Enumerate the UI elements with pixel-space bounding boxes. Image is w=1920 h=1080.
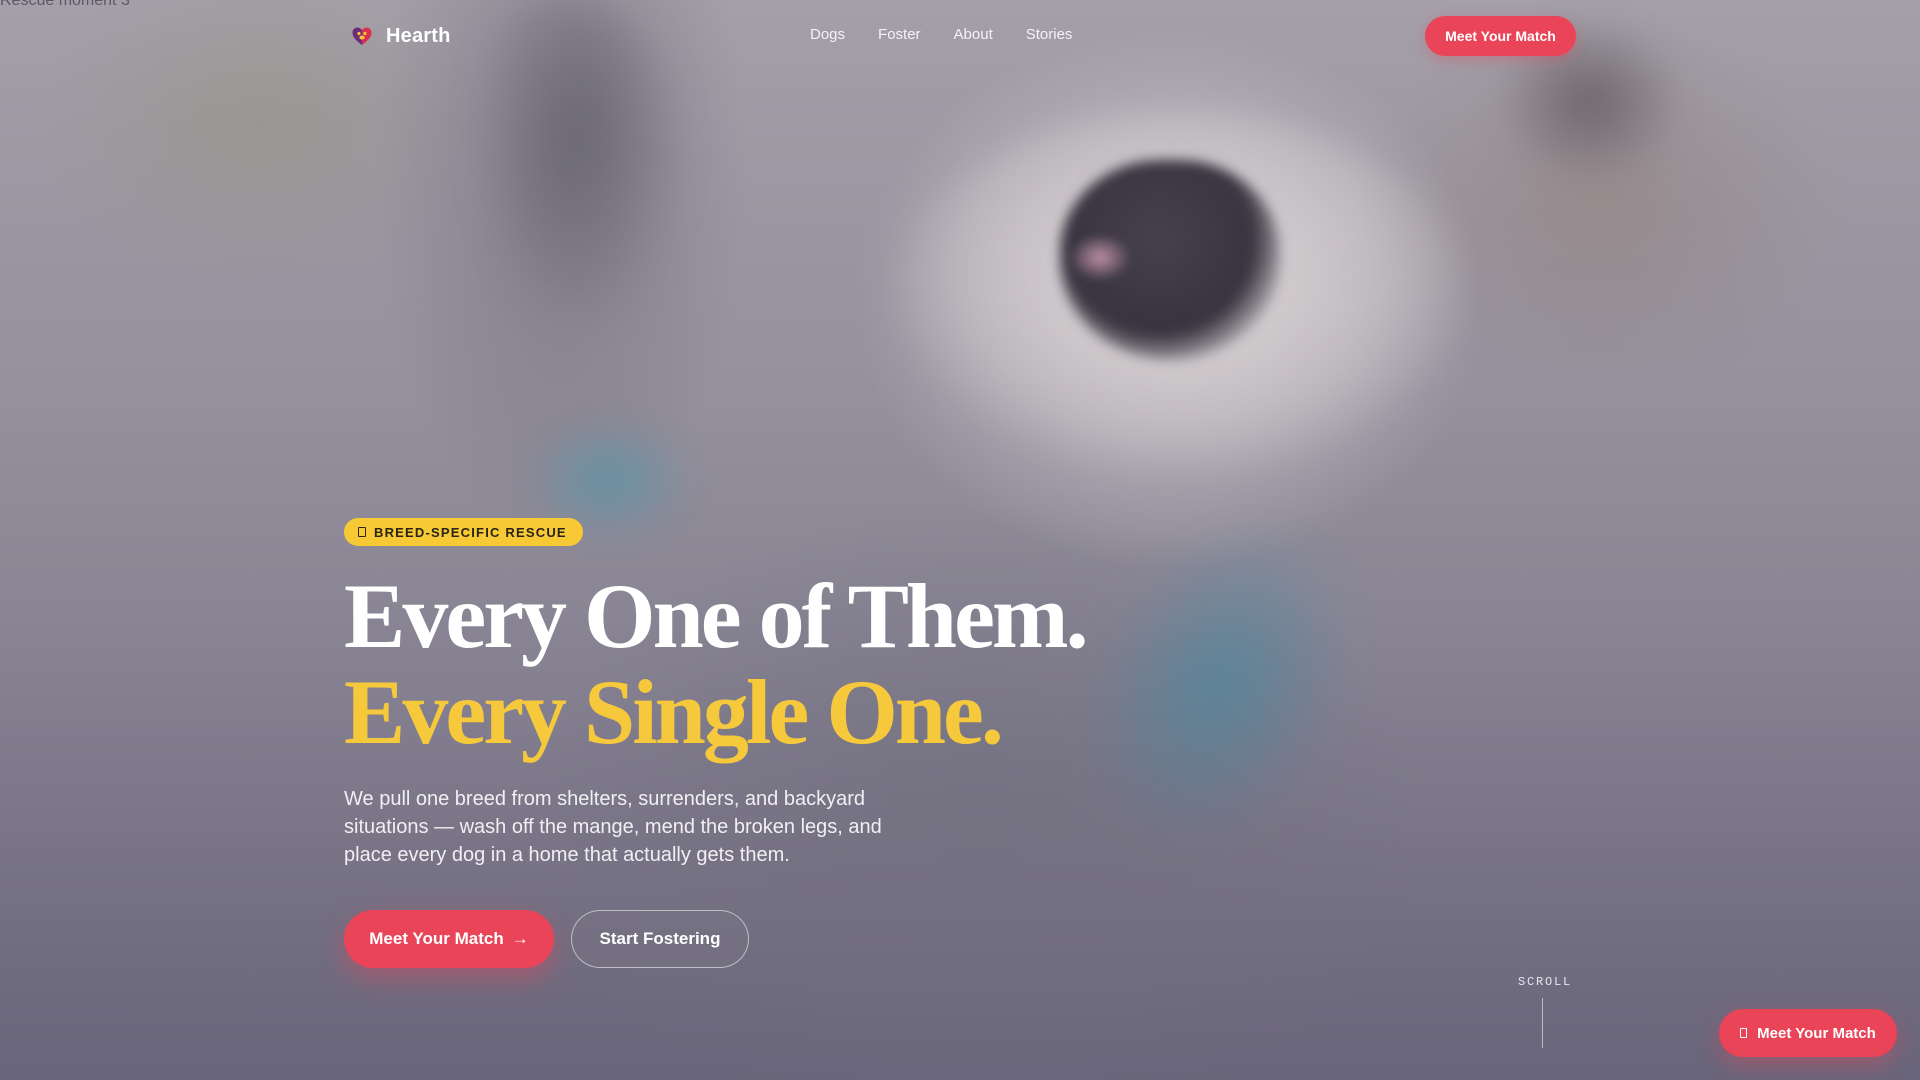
floating-meet-your-match-button[interactable]: Meet Your Match xyxy=(1719,1009,1897,1057)
scroll-indicator-line xyxy=(1542,998,1543,1048)
hero-description: We pull one breed from shelters, surrend… xyxy=(344,788,882,866)
nav-link-stories[interactable]: Stories xyxy=(1026,26,1073,43)
meet-your-match-label: Meet Your Match xyxy=(369,929,504,948)
tag-icon xyxy=(1740,1028,1748,1038)
floating-cta-label: Meet Your Match xyxy=(1757,1024,1876,1042)
nav-link-about[interactable]: About xyxy=(954,26,993,43)
arrow-right-icon: → xyxy=(511,929,529,948)
tag-icon xyxy=(358,527,366,537)
headline-line-2: Every Single One. xyxy=(344,661,1004,763)
nav-link-foster[interactable]: Foster xyxy=(878,26,921,43)
hero-background-image xyxy=(0,0,1920,1080)
hero-overlay xyxy=(0,0,1920,1080)
brand-name: Hearth xyxy=(386,24,451,47)
nav-meet-your-match-button[interactable]: Meet Your Match xyxy=(1425,16,1576,56)
background-image-caption: Rescue moment 3 xyxy=(0,0,130,9)
brand-link[interactable]: Hearth xyxy=(350,22,451,50)
breed-specific-rescue-badge: BREED-SPECIFIC RESCUE xyxy=(344,518,583,546)
badge-label: BREED-SPECIFIC RESCUE xyxy=(374,524,567,540)
scroll-indicator-label: SCROLL xyxy=(1518,975,1573,989)
heart-paw-icon xyxy=(352,27,372,45)
start-fostering-button[interactable]: Start Fostering xyxy=(571,910,749,968)
top-navigation: Hearth Dogs Foster About Stories Meet Yo… xyxy=(344,0,1576,72)
meet-your-match-button[interactable]: Meet Your Match → xyxy=(344,910,554,968)
nav-links: Dogs Foster About Stories xyxy=(810,26,1072,43)
nav-link-dogs[interactable]: Dogs xyxy=(810,26,845,43)
hero-headline: Every One of Them. Every Single One. xyxy=(344,565,1089,763)
headline-line-1: Every One of Them. xyxy=(344,565,1089,667)
